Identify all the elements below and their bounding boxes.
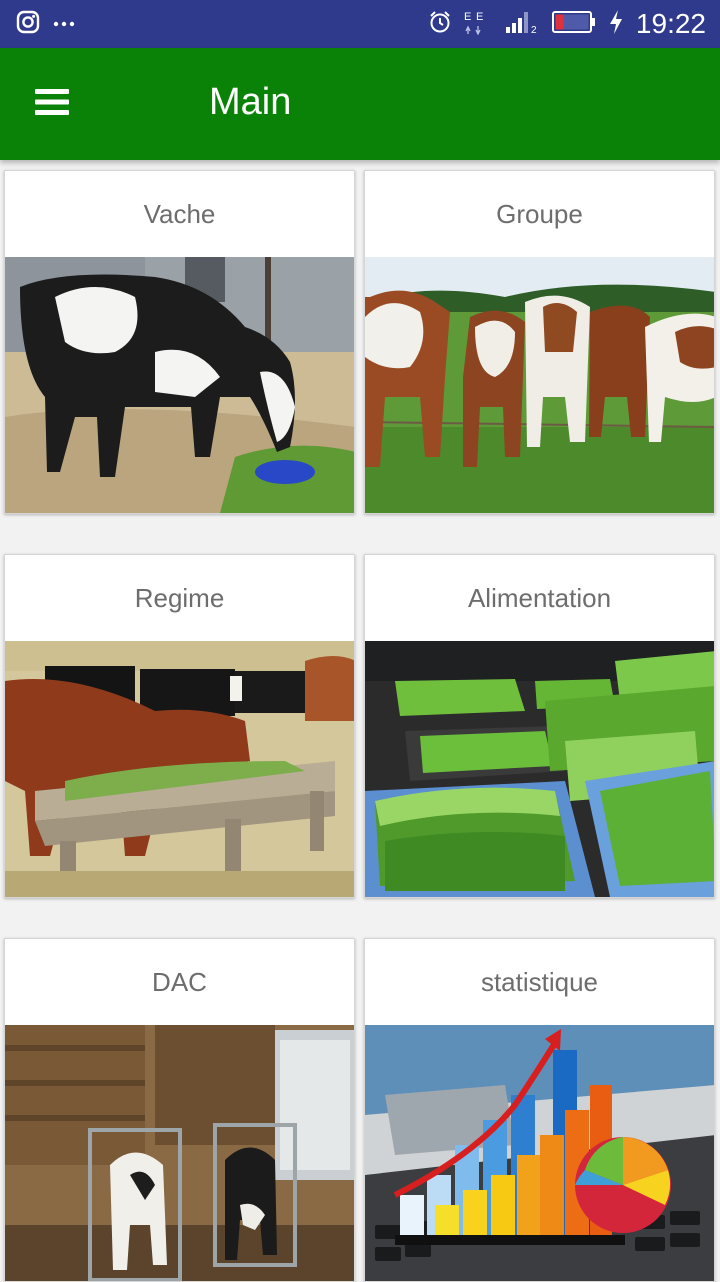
card-vache[interactable]: Vache (4, 170, 355, 514)
status-time: 19:22 (635, 8, 706, 39)
charging-icon (608, 9, 624, 40)
card-label: statistique (480, 966, 599, 997)
card-groupe[interactable]: Groupe (364, 170, 715, 514)
instagram-icon (16, 10, 40, 39)
svg-text:E: E (464, 11, 471, 23)
statistics-chart-image (365, 1025, 714, 1281)
svg-text:E: E (476, 11, 483, 23)
calves-image (5, 1025, 354, 1281)
data-icon: E E (464, 9, 494, 40)
card-label: Regime (134, 582, 225, 613)
card-label: Alimentation (467, 582, 612, 613)
status-bar: E E 2 19:22 (0, 0, 720, 48)
card-label: Groupe (496, 198, 583, 229)
card-statistique[interactable]: statistique (364, 938, 715, 1282)
grass-trays-image (365, 641, 714, 897)
svg-text:2: 2 (531, 25, 537, 34)
herd-image (365, 257, 714, 513)
card-dac[interactable]: DAC (4, 938, 355, 1282)
cow-image (5, 257, 354, 513)
app-bar: Main (0, 48, 720, 160)
menu-grid: Vache Groupe Regime Alimentation DAC sta… (0, 170, 720, 1282)
card-regime[interactable]: Regime (4, 554, 355, 898)
menu-button[interactable] (24, 78, 80, 130)
card-label: DAC (152, 966, 207, 997)
more-icon (52, 15, 76, 33)
card-alimentation[interactable]: Alimentation (364, 554, 715, 898)
card-label: Vache (143, 198, 216, 229)
feeder-image (5, 641, 354, 897)
hamburger-menu-icon (34, 87, 70, 122)
page-title: Main (209, 81, 292, 123)
signal-icon: 2 (505, 10, 540, 39)
alarm-icon (428, 10, 452, 39)
battery-icon (551, 10, 596, 38)
